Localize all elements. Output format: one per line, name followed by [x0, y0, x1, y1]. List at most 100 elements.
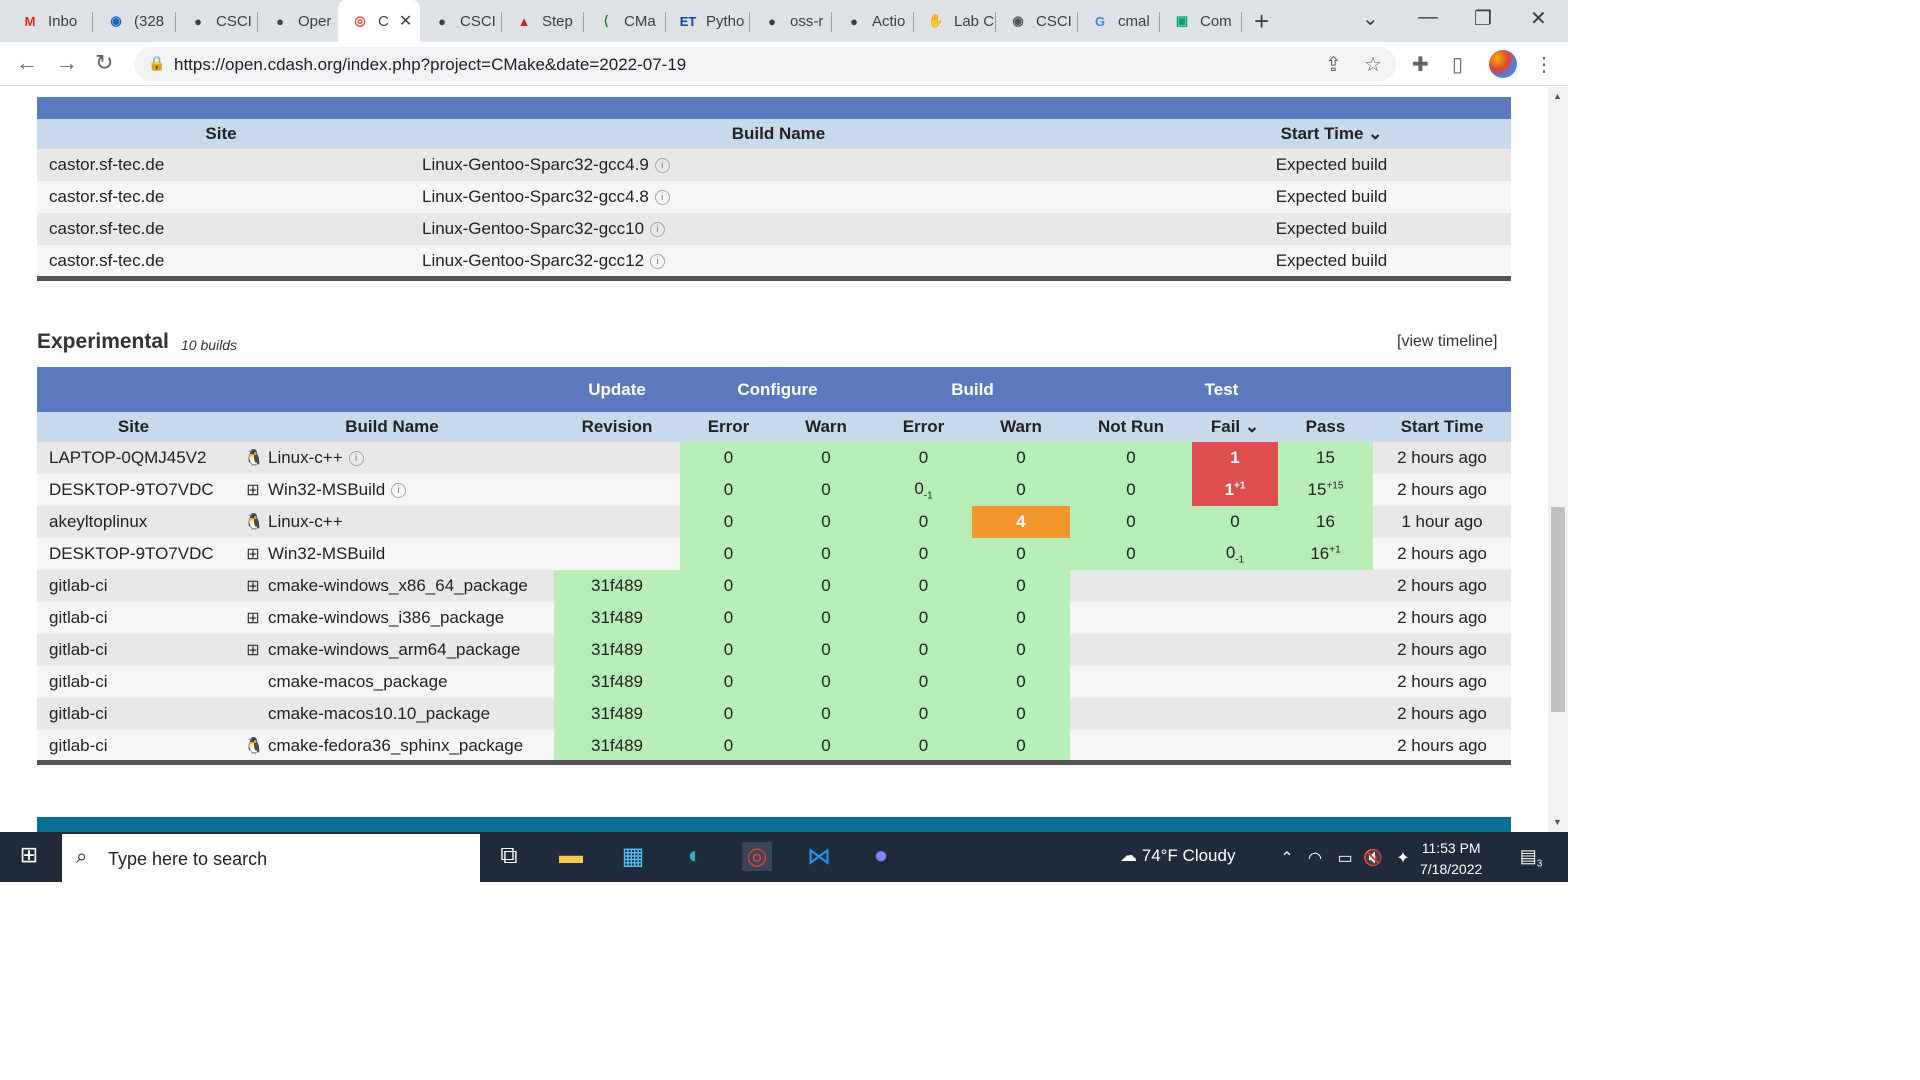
- col-build-name[interactable]: Build Name: [405, 119, 1152, 149]
- configure-warn-cell[interactable]: 0: [777, 698, 875, 730]
- build-name-link[interactable]: Win32-MSBuild: [268, 544, 385, 563]
- col-pass[interactable]: Pass: [1278, 412, 1373, 442]
- build-name-link[interactable]: Linux-c++: [268, 512, 343, 531]
- fail-cell[interactable]: [1192, 730, 1278, 762]
- build-error-cell[interactable]: 0: [875, 634, 972, 666]
- revision-cell[interactable]: 31f489: [554, 602, 680, 634]
- build-warn-cell[interactable]: 0: [972, 730, 1070, 762]
- configure-error-cell[interactable]: 0: [680, 474, 777, 506]
- col-configure-error[interactable]: Error: [680, 412, 777, 442]
- not-run-cell[interactable]: 0: [1070, 506, 1192, 538]
- tray-chevron-up-icon[interactable]: ⌃: [1272, 848, 1302, 868]
- pass-cell[interactable]: [1278, 634, 1373, 666]
- minimize-button[interactable]: —: [1418, 6, 1438, 29]
- tab-2[interactable]: ◉ (328: [94, 5, 174, 37]
- restore-button[interactable]: ❐: [1474, 6, 1492, 31]
- site-link[interactable]: DESKTOP-9TO7VDC: [37, 538, 230, 570]
- tab-4[interactable]: ● Oper: [258, 5, 338, 37]
- vscode-icon[interactable]: ⋈: [804, 842, 834, 871]
- fail-cell[interactable]: 0-1: [1192, 538, 1278, 570]
- tab-search-chevron-icon[interactable]: ⌄: [1362, 6, 1379, 31]
- col-start-time[interactable]: Start Time ⌄: [1152, 119, 1511, 149]
- build-error-cell[interactable]: 0: [875, 506, 972, 538]
- build-error-cell[interactable]: 0: [875, 442, 972, 474]
- url-text[interactable]: https://open.cdash.org/index.php?project…: [174, 55, 686, 75]
- build-warn-cell[interactable]: 0: [972, 442, 1070, 474]
- edge-icon[interactable]: ◐: [680, 842, 710, 870]
- configure-error-cell[interactable]: 0: [680, 634, 777, 666]
- battery-icon[interactable]: ▭: [1330, 848, 1360, 868]
- back-button[interactable]: ←: [16, 50, 38, 76]
- tab-14[interactable]: Gcmal: [1078, 5, 1158, 37]
- build-error-cell[interactable]: 0-1: [875, 474, 972, 506]
- lock-icon[interactable]: 🔒: [148, 55, 165, 72]
- pass-cell[interactable]: [1278, 570, 1373, 602]
- build-name-link[interactable]: cmake-fedora36_sphinx_package: [268, 736, 523, 755]
- tab-3[interactable]: ● CSCI: [176, 5, 256, 37]
- col-fail[interactable]: Fail ⌄: [1192, 412, 1278, 442]
- ms-store-icon[interactable]: ▦: [618, 842, 648, 871]
- build-error-cell[interactable]: 0: [875, 538, 972, 570]
- tab-7[interactable]: ▲ Step: [502, 5, 582, 37]
- scroll-up-icon[interactable]: ▲: [1553, 91, 1562, 101]
- configure-error-cell[interactable]: 0: [680, 538, 777, 570]
- build-name-link[interactable]: Linux-Gentoo-Sparc32-gcc10: [422, 219, 644, 238]
- build-name-link[interactable]: cmake-windows_x86_64_package: [268, 576, 528, 595]
- fail-cell[interactable]: 1: [1192, 442, 1278, 474]
- info-icon[interactable]: i: [654, 158, 670, 174]
- site-link[interactable]: gitlab-ci: [37, 602, 230, 634]
- build-error-cell[interactable]: 0: [875, 730, 972, 762]
- share-icon[interactable]: ⇪: [1325, 52, 1342, 77]
- configure-error-cell[interactable]: 0: [680, 698, 777, 730]
- pass-cell[interactable]: 16: [1278, 506, 1373, 538]
- revision-cell[interactable]: 31f489: [554, 698, 680, 730]
- build-warn-cell[interactable]: 4: [972, 506, 1070, 538]
- build-name-link[interactable]: Linux-Gentoo-Sparc32-gcc12: [422, 251, 644, 270]
- close-window-button[interactable]: ✕: [1530, 6, 1547, 31]
- build-warn-cell[interactable]: 0: [972, 538, 1070, 570]
- build-name-link[interactable]: cmake-windows_i386_package: [268, 608, 504, 627]
- fail-cell[interactable]: [1192, 602, 1278, 634]
- build-warn-cell[interactable]: 0: [972, 570, 1070, 602]
- site-link[interactable]: akeyltoplinux: [37, 506, 230, 538]
- pass-cell[interactable]: 16+1: [1278, 538, 1373, 570]
- not-run-cell[interactable]: [1070, 602, 1192, 634]
- tab-12[interactable]: ✋ Lab C: [914, 5, 994, 37]
- build-name-link[interactable]: Win32-MSBuild: [268, 480, 385, 499]
- revision-cell[interactable]: 31f489: [554, 570, 680, 602]
- taskbar-search-box[interactable]: ⌕ Type here to search: [62, 834, 480, 882]
- not-run-cell[interactable]: [1070, 730, 1192, 762]
- site-link[interactable]: castor.sf-tec.de: [37, 245, 405, 277]
- tab-11[interactable]: ● Actio: [832, 5, 912, 37]
- configure-error-cell[interactable]: 0: [680, 666, 777, 698]
- pass-cell[interactable]: [1278, 698, 1373, 730]
- configure-warn-cell[interactable]: 0: [777, 602, 875, 634]
- fail-cell[interactable]: [1192, 634, 1278, 666]
- site-link[interactable]: DESKTOP-9TO7VDC: [37, 474, 230, 506]
- configure-warn-cell[interactable]: 0: [777, 506, 875, 538]
- configure-warn-cell[interactable]: 0: [777, 634, 875, 666]
- pass-cell[interactable]: 15+15: [1278, 474, 1373, 506]
- scroll-down-icon[interactable]: ▼: [1553, 817, 1562, 827]
- configure-error-cell[interactable]: 0: [680, 602, 777, 634]
- col-site[interactable]: Site: [37, 119, 405, 149]
- col-site[interactable]: Site: [37, 412, 230, 442]
- info-icon[interactable]: i: [654, 190, 670, 206]
- tab-8[interactable]: ⟨ CMa: [584, 5, 664, 37]
- close-tab-icon[interactable]: ✕: [399, 11, 412, 31]
- site-link[interactable]: castor.sf-tec.de: [37, 213, 405, 245]
- col-start-time[interactable]: Start Time: [1373, 412, 1511, 442]
- not-run-cell[interactable]: [1070, 698, 1192, 730]
- pass-cell[interactable]: 15: [1278, 442, 1373, 474]
- scrollbar-thumb[interactable]: [1551, 507, 1565, 712]
- configure-warn-cell[interactable]: 0: [777, 570, 875, 602]
- fail-cell[interactable]: 1+1: [1192, 474, 1278, 506]
- revision-cell[interactable]: 31f489: [554, 730, 680, 762]
- build-name-link[interactable]: cmake-macos_package: [268, 672, 448, 691]
- not-run-cell[interactable]: 0: [1070, 538, 1192, 570]
- page-scrollbar[interactable]: ▲ ▼: [1548, 87, 1568, 832]
- site-link[interactable]: gitlab-ci: [37, 666, 230, 698]
- build-name-link[interactable]: Linux-Gentoo-Sparc32-gcc4.9: [422, 155, 649, 174]
- configure-warn-cell[interactable]: 0: [777, 538, 875, 570]
- tab-10[interactable]: ● oss-r: [750, 5, 830, 37]
